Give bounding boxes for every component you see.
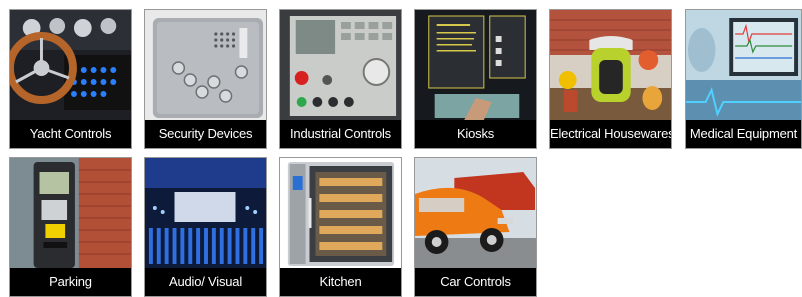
yacht-helm-photo <box>10 10 131 120</box>
tile-label: Yacht Controls <box>10 120 131 148</box>
tile-electrical-housewares[interactable]: Electrical Housewares <box>549 9 672 149</box>
industrial-panel-photo <box>280 10 401 120</box>
mixing-desk-photo <box>145 158 266 268</box>
tile-label: Industrial Controls <box>280 120 401 148</box>
medical-monitor-photo <box>686 10 801 120</box>
oven-photo <box>280 158 401 268</box>
tile-label: Electrical Housewares <box>550 120 671 148</box>
security-panel-photo <box>145 10 266 120</box>
tile-kiosks[interactable]: Kiosks <box>414 9 537 149</box>
tile-label: Parking <box>10 268 131 296</box>
tile-yacht-controls[interactable]: Yacht Controls <box>9 9 132 149</box>
tile-label: Medical Equipment <box>686 120 801 148</box>
tile-car-controls[interactable]: Car Controls <box>414 157 537 297</box>
tile-security-devices[interactable]: Security Devices <box>144 9 267 149</box>
tile-kitchen[interactable]: Kitchen <box>279 157 402 297</box>
tile-label: Kiosks <box>415 120 536 148</box>
tile-medical-equipment[interactable]: Medical Equipment <box>685 9 802 149</box>
juicer-photo <box>550 10 671 120</box>
kiosk-photo <box>415 10 536 120</box>
tile-parking[interactable]: Parking <box>9 157 132 297</box>
tile-industrial-controls[interactable]: Industrial Controls <box>279 9 402 149</box>
classic-car-photo <box>415 158 536 268</box>
tile-label: Kitchen <box>280 268 401 296</box>
parking-meter-photo <box>10 158 131 268</box>
tile-label: Audio/ Visual <box>145 268 266 296</box>
tile-label: Car Controls <box>415 268 536 296</box>
tile-label: Security Devices <box>145 120 266 148</box>
tile-audio-visual[interactable]: Audio/ Visual <box>144 157 267 297</box>
